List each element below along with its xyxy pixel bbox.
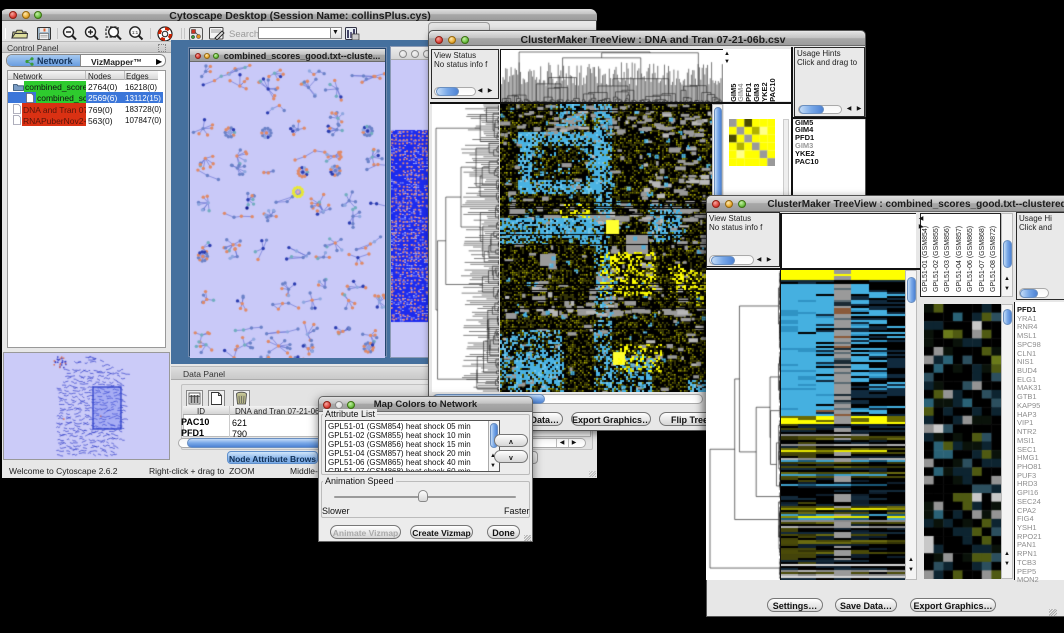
- svg-text:1:1: 1:1: [132, 30, 139, 35]
